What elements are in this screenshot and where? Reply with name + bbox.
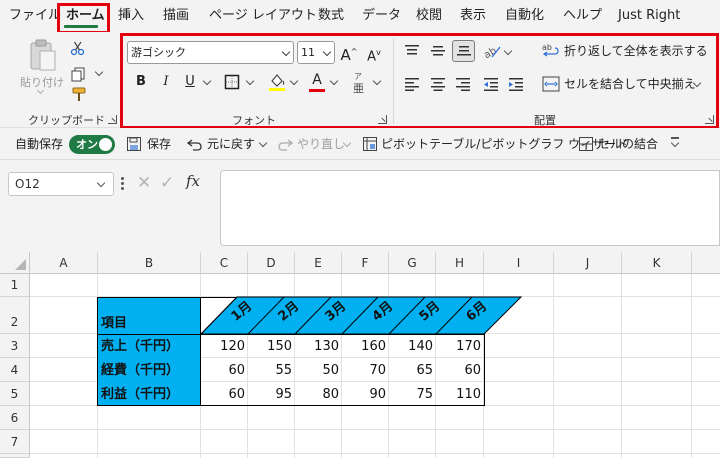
tab-view[interactable]: 表示 <box>460 0 486 32</box>
row-label-cell[interactable]: 利益（千円） <box>98 383 201 406</box>
undo-label[interactable]: 元に戻す <box>207 128 255 160</box>
data-cell[interactable]: 50 <box>295 359 342 382</box>
data-cell[interactable]: 170 <box>436 335 484 358</box>
insert-function-button[interactable]: fx <box>186 172 200 190</box>
tab-just-right[interactable]: Just Right <box>618 0 680 32</box>
data-cell[interactable]: 160 <box>342 335 389 358</box>
spreadsheet-grid[interactable]: A B C D E F G H I J K 1 2 3 4 5 6 7 項目 1… <box>0 252 720 458</box>
row-label-cell[interactable]: 売上（千円） <box>98 335 201 358</box>
tab-file[interactable]: ファイル <box>9 0 61 32</box>
data-cell[interactable]: 55 <box>248 359 295 382</box>
more-options-icon[interactable] <box>121 177 124 191</box>
data-cell[interactable]: 75 <box>389 383 436 406</box>
table-border <box>97 297 237 298</box>
data-cell[interactable]: 60 <box>201 359 248 382</box>
name-box[interactable]: O12 <box>8 172 114 196</box>
data-cell[interactable]: 60 <box>201 383 248 406</box>
data-cell[interactable]: 65 <box>389 359 436 382</box>
data-cell[interactable]: 130 <box>295 335 342 358</box>
copy-icon[interactable] <box>70 66 86 82</box>
home-tab-highlight <box>57 3 110 34</box>
autosave-toggle-text: オン <box>76 138 98 151</box>
undo-dropdown-icon[interactable] <box>258 138 268 148</box>
font-alignment-highlight <box>120 33 719 129</box>
data-cell[interactable]: 90 <box>342 383 389 406</box>
tab-page-layout[interactable]: ページ レイアウト <box>209 0 317 32</box>
row-label-cell[interactable]: 経費（千円） <box>98 359 201 382</box>
formula-input[interactable] <box>220 170 720 246</box>
tab-formulas[interactable]: 数式 <box>318 0 344 32</box>
data-cell[interactable]: 95 <box>248 383 295 406</box>
tab-insert[interactable]: 挿入 <box>118 0 144 32</box>
paste-icon <box>30 39 56 71</box>
cut-icon[interactable] <box>70 40 86 56</box>
clipboard-group-label: クリップボード <box>28 114 105 127</box>
cancel-icon: ✕ <box>137 173 152 193</box>
data-cell[interactable]: 150 <box>248 335 295 358</box>
menu-bar: ファイル ホーム 挿入 描画 ページ レイアウト 数式 データ 校閲 表示 自動… <box>0 0 720 34</box>
tab-draw[interactable]: 描画 <box>163 0 189 32</box>
customize-qat-icon[interactable] <box>670 137 680 149</box>
enter-icon: ✓ <box>160 173 175 193</box>
data-cell[interactable]: 120 <box>201 335 248 358</box>
tab-data[interactable]: データ <box>362 0 401 32</box>
format-painter-icon[interactable] <box>70 86 88 104</box>
formula-bar: O12 ✕ ✓ fx <box>0 160 720 252</box>
paste-button[interactable]: 貼り付け <box>14 36 68 96</box>
name-box-value: O12 <box>15 177 40 191</box>
autosave-label: 自動保存 <box>15 137 64 151</box>
chevron-down-icon <box>670 138 680 148</box>
redo-icon <box>278 139 293 151</box>
table-border <box>484 334 485 406</box>
clipboard-launcher-icon[interactable] <box>108 115 117 124</box>
tab-review[interactable]: 校閲 <box>416 0 442 32</box>
header-label-cell[interactable]: 項目 <box>98 314 127 334</box>
data-cell[interactable]: 140 <box>389 335 436 358</box>
quick-access-toolbar: 自動保存 オン 保存 元に戻す やり直し ピボットテーブル/ピボットグラフ ウィ… <box>0 128 720 160</box>
tab-automate[interactable]: 自動化 <box>505 0 544 32</box>
save-icon[interactable] <box>126 136 142 152</box>
merge-cells-label[interactable]: セルの結合 <box>598 128 658 160</box>
copy-dropdown-icon[interactable] <box>94 67 104 77</box>
pivot-wizard-icon[interactable] <box>362 136 378 152</box>
autosave-toggle[interactable]: オン <box>69 135 115 154</box>
chevron-down-icon <box>96 178 106 188</box>
undo-icon[interactable] <box>187 136 203 152</box>
redo-label: やり直し <box>297 137 346 151</box>
toggle-knob <box>99 138 112 151</box>
merge-cells-icon[interactable] <box>578 136 594 152</box>
data-cell[interactable]: 80 <box>295 383 342 406</box>
data-cell[interactable]: 70 <box>342 359 389 382</box>
save-label[interactable]: 保存 <box>147 128 171 160</box>
ribbon: 貼り付け クリップボード 游ゴシック 11 A^ Av B I U A ア 亜 … <box>0 32 720 129</box>
data-cell[interactable]: 110 <box>436 383 484 406</box>
data-cell[interactable]: 60 <box>436 359 484 382</box>
tab-help[interactable]: ヘルプ <box>563 0 602 32</box>
